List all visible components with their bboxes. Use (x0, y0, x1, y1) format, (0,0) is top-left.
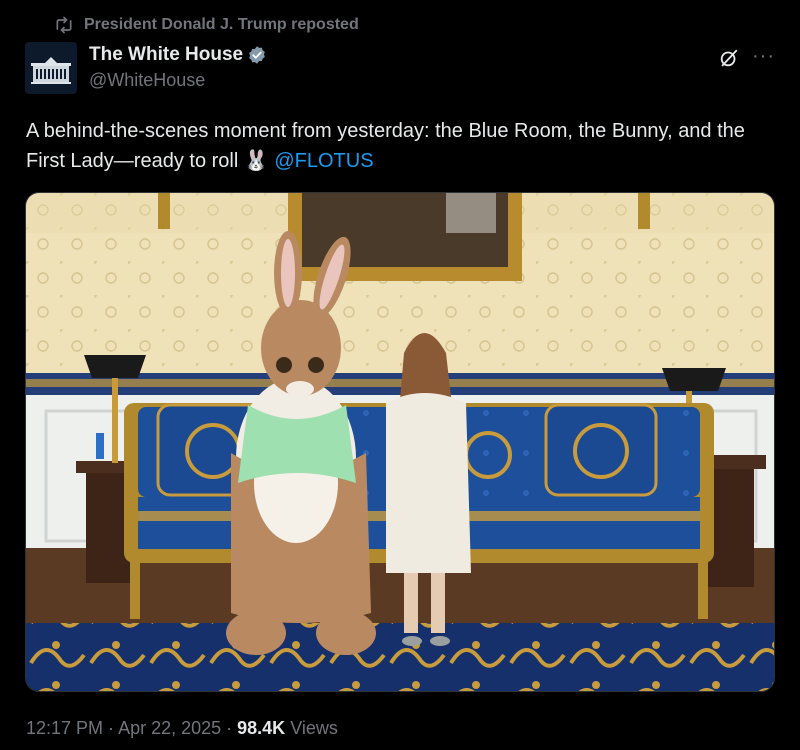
views-count[interactable]: 98.4K (237, 718, 285, 738)
tweet-meta: 12:17 PM · Apr 22, 2025 · 98.4K Views (26, 718, 338, 739)
more-options-icon[interactable]: ··· (752, 46, 775, 66)
post-time[interactable]: 12:17 PM (26, 718, 103, 738)
verified-badge-icon[interactable] (247, 45, 267, 65)
repost-text: President Donald J. Trump reposted (84, 16, 359, 33)
author-name[interactable]: The White House (89, 44, 243, 66)
post-date[interactable]: Apr 22, 2025 (118, 718, 221, 738)
blue-room-easter-bunny-photo (26, 193, 774, 691)
bunny-emoji: 🐰 (243, 150, 269, 172)
mention-link[interactable]: @FLOTUS (274, 150, 373, 172)
tweet-body: A behind-the-scenes moment from yesterda… (26, 120, 745, 172)
separator: · (221, 718, 238, 738)
author-name-row[interactable]: The White House (89, 44, 267, 66)
tweet-text: A behind-the-scenes moment from yesterda… (26, 116, 766, 176)
repost-indicator[interactable]: President Donald J. Trump reposted (54, 14, 359, 36)
grok-icon[interactable] (718, 47, 740, 69)
separator: · (103, 718, 119, 738)
white-house-logo-icon (25, 42, 77, 94)
views-label: Views (285, 718, 338, 738)
avatar[interactable] (25, 42, 77, 94)
tweet-photo[interactable] (25, 192, 775, 692)
author-handle[interactable]: @WhiteHouse (89, 70, 205, 91)
tweet-card[interactable]: President Donald J. Trump reposted The W… (0, 0, 800, 750)
repost-icon (56, 16, 72, 34)
